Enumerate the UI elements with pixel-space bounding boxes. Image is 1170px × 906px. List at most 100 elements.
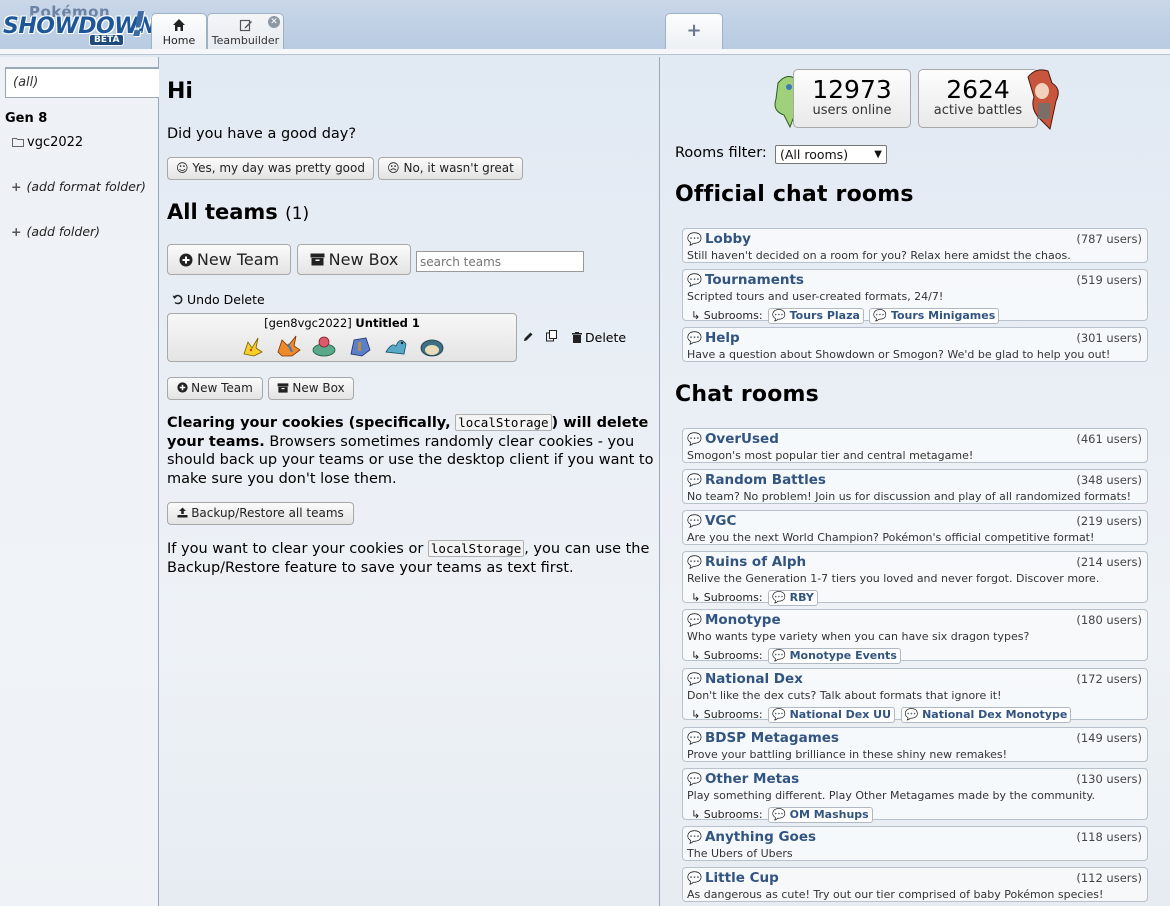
room-description: No team? No problem! Join us for discuss… [687, 490, 1132, 503]
tab-home-label: Home [162, 34, 196, 47]
add-format-folder[interactable]: + (add format folder) [11, 179, 146, 194]
room-name[interactable]: 💬 Tournaments [687, 272, 804, 288]
room-name[interactable]: 💬 Little Cup [687, 870, 779, 886]
official-rooms-title: Official chat rooms [675, 182, 914, 207]
subroom-link[interactable]: 💬 Tours Minigames [869, 308, 1000, 324]
close-icon[interactable]: ✕ [268, 16, 280, 28]
team-sprites [168, 334, 516, 358]
subroom-label: OM Mashups [789, 808, 869, 821]
backup-restore-button[interactable]: Backup/Restore all teams [167, 502, 354, 525]
search-teams-input[interactable] [416, 251, 584, 272]
folder-item-vgc2022[interactable]: vgc2022 [12, 135, 83, 150]
trainer-sprite-icon [1027, 69, 1059, 131]
room-users: (118 users) [1076, 830, 1142, 844]
room-name[interactable]: 💬 Monotype [687, 612, 781, 628]
no-good-day-button[interactable]: ☹ No, it wasn't great [378, 157, 523, 180]
room-name[interactable]: 💬 Anything Goes [687, 829, 816, 845]
team-card[interactable]: [gen8vgc2022] Untitled 1 [167, 313, 517, 362]
room-users: (301 users) [1076, 331, 1142, 345]
room-description: Who wants type variety when you can have… [687, 630, 1030, 643]
new-box-button-bottom[interactable]: New Box [268, 377, 354, 400]
teambuilder-panel: Hi Did you have a good day? ☺ Yes, my da… [159, 57, 660, 906]
room-item[interactable]: 💬 Ruins of Alph (214 users) Relive the Gene… [682, 551, 1148, 606]
room-item[interactable]: 💬 Lobby (787 users) Still haven't decided o… [682, 228, 1148, 263]
room-item[interactable]: 💬 Help (301 users) Have a question about Sh… [682, 327, 1148, 362]
users-online-stat[interactable]: 12973 users online [793, 69, 911, 128]
edit-icon [239, 19, 252, 32]
undo-delete-button[interactable]: Undo Delete [172, 292, 265, 307]
add-folder[interactable]: + (add folder) [11, 224, 100, 239]
new-box-button[interactable]: New Box [297, 244, 411, 275]
plus-icon: + [11, 224, 22, 239]
charizard-icon [277, 335, 301, 357]
new-team-button-bottom[interactable]: New Team [167, 377, 263, 400]
room-name[interactable]: 💬 Lobby [687, 231, 751, 247]
room-description: Are you the next World Champion? Pokémon… [687, 531, 1095, 544]
folder-all[interactable]: (all) [5, 68, 159, 98]
subroom-label: National Dex UU [789, 708, 892, 721]
greeting-title: Hi [167, 79, 193, 104]
room-name[interactable]: 💬 OverUsed [687, 431, 779, 447]
room-name-label: Help [704, 330, 740, 346]
delete-team-button[interactable]: Delete [572, 330, 626, 345]
chat-bubble-icon: 💬 [687, 331, 702, 345]
subrooms: ↳ Subrooms: 💬 Tours Plaza 💬 Tours Miniga… [691, 308, 1000, 324]
chat-bubble-icon: 💬 [687, 613, 702, 627]
room-name[interactable]: 💬 VGC [687, 513, 736, 529]
new-tab-button[interactable]: + [665, 13, 723, 50]
logo-bang: ! [131, 5, 147, 45]
showdown-logo[interactable]: Pokémon SHOWDOWN BETA ! [3, 3, 156, 46]
yes-good-day-button[interactable]: ☺ Yes, my day was pretty good [167, 157, 374, 180]
edit-team-button[interactable] [523, 330, 534, 345]
subroom-label: Tours Minigames [890, 309, 996, 322]
room-item[interactable]: 💬 BDSP Metagames (149 users) Prove your bat… [682, 727, 1148, 762]
room-name[interactable]: 💬 National Dex [687, 671, 803, 687]
subrooms-label: Subrooms: [703, 708, 763, 721]
logo-beta: BETA [89, 34, 125, 46]
room-item[interactable]: 💬 Monotype (180 users) Who wants type varie… [682, 609, 1148, 664]
room-item[interactable]: 💬 Little Cup (112 users) As dangerous as cu… [682, 867, 1148, 902]
room-description: Relive the Generation 1-7 tiers you love… [687, 572, 1100, 585]
room-item[interactable]: 💬 Tournaments (519 users) Scripted tours an… [682, 269, 1148, 324]
room-item[interactable]: 💬 Anything Goes (118 users) The Ubers of Ub… [682, 826, 1148, 861]
active-battles-stat[interactable]: 2624 active battles [918, 69, 1038, 128]
room-name[interactable]: 💬 Help [687, 330, 740, 346]
rooms-panel: 12973 users online 2624 active battles R… [660, 57, 1170, 906]
room-name[interactable]: 💬 Other Metas [687, 771, 799, 787]
chat-rooms-title: Chat rooms [675, 382, 819, 407]
room-description: Don't like the dex cuts? Talk about form… [687, 689, 1002, 702]
room-name[interactable]: 💬 BDSP Metagames [687, 730, 839, 746]
chat-bubble-icon: 💬 [687, 555, 702, 569]
subroom-link[interactable]: 💬 RBY [768, 590, 818, 606]
new-team-button[interactable]: New Team [167, 244, 291, 275]
tab-teambuilder[interactable]: Teambuilder ✕ [207, 13, 284, 50]
chat-bubble-icon: 💬 [687, 772, 702, 786]
undo-delete-label: Undo Delete [187, 292, 265, 307]
room-users: (172 users) [1076, 672, 1142, 686]
room-item[interactable]: 💬 VGC (219 users) Are you the next World Ch… [682, 510, 1148, 545]
chat-bubble-icon: 💬 [687, 672, 702, 686]
archive-icon [310, 253, 325, 266]
room-item[interactable]: 💬 Other Metas (130 users) Play something di… [682, 768, 1148, 823]
chat-bubble-icon: 💬 [687, 273, 702, 287]
subroom-link[interactable]: 💬 Monotype Events [768, 648, 901, 664]
room-users: (112 users) [1076, 871, 1142, 885]
room-item[interactable]: 💬 OverUsed (461 users) Smogon's most popula… [682, 428, 1148, 463]
subrooms-label: Subrooms: [703, 808, 763, 821]
room-name[interactable]: 💬 Ruins of Alph [687, 554, 806, 570]
subrooms-label: Subrooms: [703, 649, 763, 662]
new-team-label: New Team [196, 250, 280, 269]
subroom-link[interactable]: 💬 Tours Plaza [768, 308, 864, 324]
subroom-label: Tours Plaza [789, 309, 860, 322]
tab-home[interactable]: Home [151, 13, 207, 50]
subroom-link[interactable]: 💬 National Dex UU [768, 707, 896, 723]
rooms-filter-select[interactable]: (All rooms) ▼ [775, 145, 887, 164]
room-item[interactable]: 💬 National Dex (172 users) Don't like the d… [682, 668, 1148, 723]
chat-bubble-icon: 💬 [687, 830, 702, 844]
folder-icon [12, 138, 24, 147]
duplicate-team-button[interactable] [546, 330, 558, 345]
room-item[interactable]: 💬 Random Battles (348 users) No team? No pr… [682, 469, 1148, 504]
room-name[interactable]: 💬 Random Battles [687, 472, 826, 488]
subroom-link[interactable]: 💬 National Dex Monotype [900, 707, 1072, 723]
subroom-link[interactable]: 💬 OM Mashups [768, 807, 873, 823]
